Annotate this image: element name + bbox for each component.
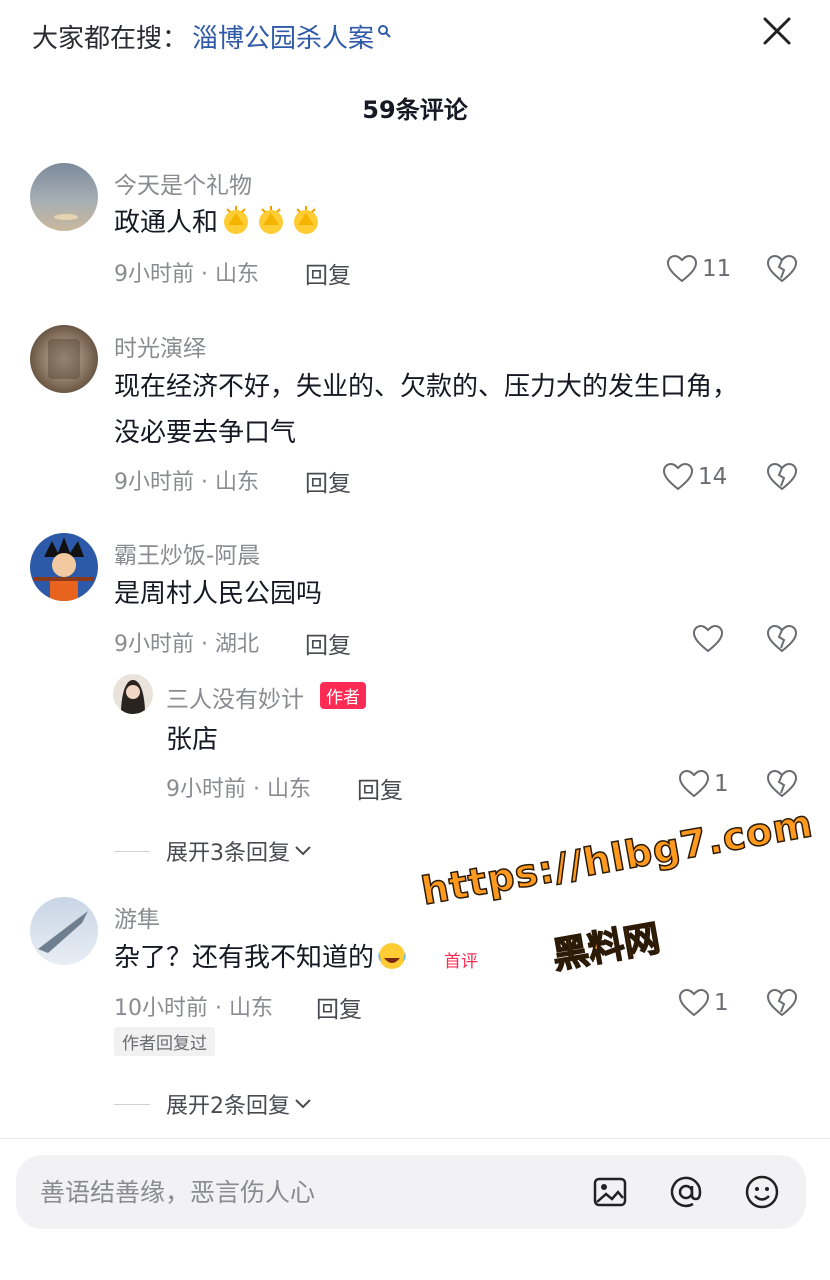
heart-icon	[666, 254, 698, 283]
comment-time-location: 9小时前 · 山东	[114, 262, 259, 287]
divider	[114, 1103, 150, 1105]
cartoon-character-icon	[34, 537, 94, 601]
like-button[interactable]: 1	[678, 769, 729, 799]
comment-author[interactable]: 今天是个礼物	[114, 166, 252, 200]
chevron-down-icon	[295, 846, 311, 856]
avatar[interactable]	[30, 163, 98, 231]
first-comment-tag: 首评	[444, 952, 478, 972]
reply-text: 张店	[166, 725, 219, 755]
chevron-down-icon	[295, 1099, 311, 1109]
expand-label: 展开2条回复	[166, 1094, 290, 1119]
comment-text: 是周村人民公园吗	[114, 579, 323, 609]
like-button[interactable]: 1	[678, 988, 729, 1018]
reply-button[interactable]: 回复	[305, 626, 351, 660]
comment-author[interactable]: 霸王炒饭-阿晨	[114, 536, 260, 570]
search-icon	[378, 24, 391, 38]
expand-replies-button[interactable]: 展开2条回复	[114, 1088, 312, 1120]
expand-replies-button[interactable]: 展开3条回复	[114, 835, 312, 867]
comment-author[interactable]: 时光演绎	[114, 329, 206, 363]
author-tag: 作者	[320, 682, 366, 709]
reply-time-location: 9小时前 · 山东	[166, 777, 311, 802]
emoji-icon[interactable]	[744, 1174, 780, 1210]
like-button[interactable]: 11	[666, 254, 731, 284]
avatar[interactable]	[113, 674, 153, 714]
reply-button[interactable]: 回复	[316, 990, 362, 1024]
comment-text: 政通人和	[114, 200, 323, 246]
watermark-name: 黑料网	[549, 917, 664, 978]
broken-heart-icon[interactable]	[766, 462, 798, 492]
clap-emoji	[294, 206, 319, 234]
expand-label: 展开3条回复	[166, 841, 290, 866]
avatar[interactable]	[30, 897, 98, 965]
person-photo-icon	[121, 680, 145, 714]
like-count: 14	[698, 464, 728, 490]
like-button[interactable]	[692, 624, 728, 654]
comment-time-location: 9小时前 · 湖北	[114, 632, 259, 657]
heart-icon	[678, 988, 710, 1017]
comment-time-location: 9小时前 · 山东	[114, 470, 259, 495]
hot-search-term[interactable]: 淄博公园杀人案	[192, 18, 374, 55]
like-count: 1	[714, 990, 729, 1016]
hot-search-prefix: 大家都在搜：	[32, 24, 189, 54]
close-icon[interactable]	[760, 14, 794, 48]
clap-emoji	[259, 206, 284, 234]
clap-emoji	[224, 206, 249, 234]
stone-sign-icon	[48, 339, 80, 379]
comment-text: 现在经济不好，失业的、欠款的、压力大的发生口角， 没必要去争口气	[114, 372, 739, 448]
bird-photo-icon	[38, 911, 88, 953]
hot-search-bar[interactable]: 大家都在搜： 淄博公园杀人案	[32, 18, 391, 55]
comment-text: 杂了？还有我不知道的	[114, 935, 409, 981]
avatar[interactable]	[30, 325, 98, 393]
image-icon[interactable]	[592, 1174, 628, 1210]
reply-author[interactable]: 三人没有妙计	[166, 680, 304, 714]
comment-input-bar	[16, 1155, 806, 1229]
reply-button[interactable]: 回复	[305, 464, 351, 498]
broken-heart-icon[interactable]	[766, 769, 798, 799]
at-icon[interactable]	[668, 1174, 704, 1210]
comment-count: 59条评论	[362, 96, 468, 124]
heart-icon	[662, 462, 694, 491]
comment-author[interactable]: 游隼	[114, 900, 160, 934]
watermark-url: https://hlbg7.com	[417, 800, 817, 914]
avatar[interactable]	[30, 533, 98, 601]
broken-heart-icon[interactable]	[766, 988, 798, 1018]
broken-heart-icon[interactable]	[766, 254, 798, 284]
reply-button[interactable]: 回复	[357, 771, 403, 805]
laugh-cry-emoji	[378, 943, 406, 969]
heart-icon	[692, 624, 724, 653]
divider	[0, 1138, 830, 1139]
divider	[114, 850, 150, 852]
like-count: 11	[702, 256, 732, 282]
heart-icon	[678, 769, 710, 798]
comment-time-location: 10小时前 · 山东	[114, 996, 273, 1021]
broken-heart-icon[interactable]	[766, 624, 798, 654]
author-replied-badge: 作者回复过	[114, 1027, 215, 1056]
like-button[interactable]: 14	[662, 462, 727, 492]
comment-input[interactable]	[40, 1155, 560, 1229]
reply-button[interactable]: 回复	[305, 256, 351, 290]
like-count: 1	[714, 771, 729, 797]
sky-photo-icon	[54, 214, 78, 220]
